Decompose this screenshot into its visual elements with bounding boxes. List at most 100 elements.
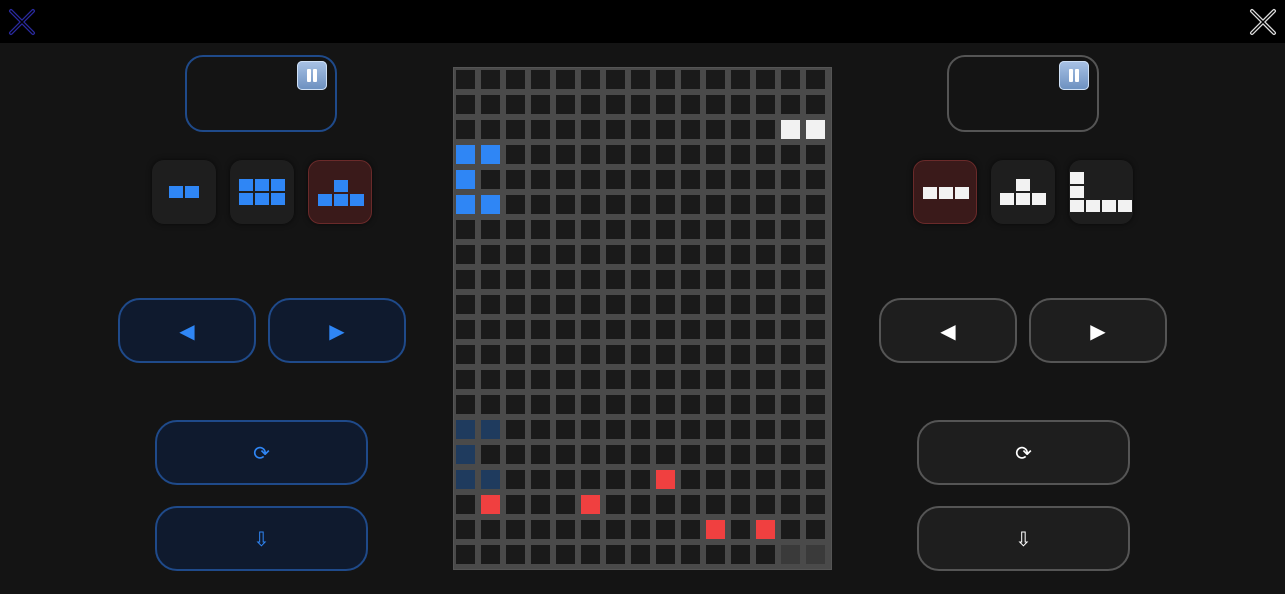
piece-block — [1016, 179, 1030, 191]
board-cell — [731, 370, 750, 389]
right-piece-option-2[interactable] — [991, 160, 1055, 224]
board-cell — [806, 495, 825, 514]
left-pause-button[interactable] — [297, 61, 327, 90]
board-cell — [681, 95, 700, 114]
board-cell — [781, 320, 800, 339]
board-cell — [781, 420, 800, 439]
board-cell — [706, 170, 725, 189]
board-cell — [731, 445, 750, 464]
board-cell — [581, 295, 600, 314]
board-cell — [781, 470, 800, 489]
board-cell — [806, 220, 825, 239]
right-piece-option-3[interactable] — [1069, 160, 1133, 224]
board-cell — [456, 395, 475, 414]
board-cell — [506, 295, 525, 314]
left-rotate-button[interactable]: ⟳ — [155, 420, 368, 485]
board-cell — [706, 195, 725, 214]
board-cell — [731, 520, 750, 539]
arrow-left-icon: ◀ — [940, 318, 956, 343]
board-cell — [556, 395, 575, 414]
board-cell — [731, 295, 750, 314]
board-cell — [481, 95, 500, 114]
board-cell — [631, 495, 650, 514]
left-move-right-button[interactable]: ▶ — [268, 298, 406, 363]
board-cell — [506, 170, 525, 189]
board-cell — [781, 95, 800, 114]
board-cell — [581, 520, 600, 539]
board-cell — [656, 195, 675, 214]
board-cell — [731, 395, 750, 414]
piece-block — [939, 187, 953, 199]
board-cell — [806, 270, 825, 289]
board-cell — [656, 345, 675, 364]
board-cell — [456, 370, 475, 389]
board-cell — [606, 545, 625, 564]
board-cell — [781, 145, 800, 164]
board-cell — [531, 395, 550, 414]
board-cell — [531, 70, 550, 89]
piece-block — [1070, 172, 1084, 184]
board-cell — [731, 320, 750, 339]
board-cell — [781, 70, 800, 89]
drop-arrow-icon: ⇩ — [1015, 526, 1032, 551]
board-cell — [706, 270, 725, 289]
board-cell — [606, 220, 625, 239]
board-cell — [681, 470, 700, 489]
board-cell — [556, 170, 575, 189]
board-cell — [506, 220, 525, 239]
piece-block — [239, 179, 253, 191]
board-block — [456, 420, 475, 439]
piece-block — [1070, 200, 1084, 212]
board-cell — [556, 195, 575, 214]
board-cell — [781, 445, 800, 464]
piece-block — [271, 179, 285, 191]
right-drop-button[interactable]: ⇩ — [917, 506, 1130, 571]
board-cell — [531, 220, 550, 239]
board-cell — [456, 295, 475, 314]
left-drop-button[interactable]: ⇩ — [155, 506, 368, 571]
board-cell — [531, 270, 550, 289]
board-cell — [681, 420, 700, 439]
right-move-left-button[interactable]: ◀ — [879, 298, 1017, 363]
board-cell — [656, 95, 675, 114]
close-icon-right-player[interactable] — [1248, 7, 1278, 37]
board-cell — [456, 345, 475, 364]
right-piece-option-1[interactable] — [913, 160, 977, 224]
left-move-left-button[interactable]: ◀ — [118, 298, 256, 363]
board-cell — [756, 370, 775, 389]
board-cell — [506, 320, 525, 339]
board-cell — [531, 445, 550, 464]
right-pause-button[interactable] — [1059, 61, 1089, 90]
left-piece-option-3[interactable] — [308, 160, 372, 224]
board-cell — [531, 170, 550, 189]
game-board[interactable] — [453, 67, 832, 570]
board-cell — [756, 270, 775, 289]
board-cell — [731, 545, 750, 564]
board-cell — [581, 70, 600, 89]
board-cell — [806, 345, 825, 364]
board-cell — [656, 170, 675, 189]
board-cell — [531, 470, 550, 489]
board-cell — [556, 495, 575, 514]
board-cell — [606, 95, 625, 114]
board-cell — [531, 345, 550, 364]
left-piece-option-2[interactable] — [230, 160, 294, 224]
board-cell — [531, 545, 550, 564]
right-rotate-button[interactable]: ⟳ — [917, 420, 1130, 485]
board-cell — [681, 320, 700, 339]
board-cell — [681, 395, 700, 414]
left-piece-option-1[interactable] — [152, 160, 216, 224]
board-cell — [706, 70, 725, 89]
board-cell — [456, 495, 475, 514]
board-cell — [806, 245, 825, 264]
board-cell — [481, 70, 500, 89]
board-cell — [806, 520, 825, 539]
board-cell — [456, 270, 475, 289]
piece-block — [1016, 193, 1030, 205]
right-move-right-button[interactable]: ▶ — [1029, 298, 1167, 363]
board-block — [706, 520, 725, 539]
board-cell — [781, 495, 800, 514]
close-icon-left-player[interactable] — [7, 7, 37, 37]
board-cell — [681, 145, 700, 164]
board-cell — [606, 120, 625, 139]
